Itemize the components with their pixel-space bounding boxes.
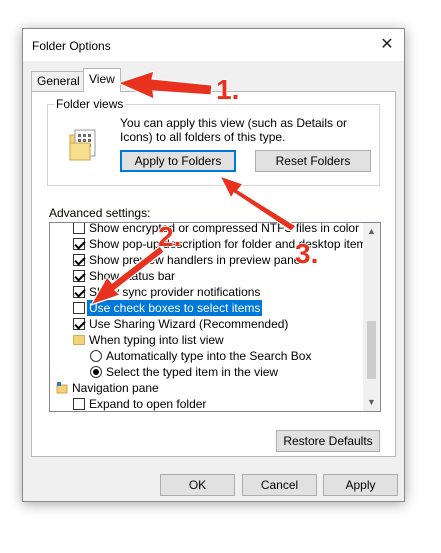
close-icon[interactable]: ✕ [376, 34, 398, 56]
checkbox[interactable] [73, 254, 85, 266]
list-item-label: Use Sharing Wizard (Recommended) [89, 317, 289, 331]
apply-to-folders-button[interactable]: Apply to Folders [120, 150, 236, 172]
advanced-settings-items: Show encrypted or compressed NTFS files … [50, 222, 373, 411]
list-item[interactable]: Automatically type into the Search Box [50, 348, 364, 364]
list-item[interactable]: Show preview handlers in preview pane [50, 252, 364, 268]
list-item-label: Use check boxes to select items [87, 300, 263, 316]
list-item-label: Show pop-up description for folder and d… [89, 237, 373, 251]
vertical-scrollbar[interactable]: ▲ ▼ [363, 223, 380, 411]
checkbox[interactable] [73, 318, 85, 330]
tab-general[interactable]: General [31, 71, 86, 91]
list-item[interactable]: Show encrypted or compressed NTFS files … [50, 222, 364, 236]
list-item[interactable]: Select the typed item in the view [50, 364, 364, 380]
checkbox[interactable] [73, 302, 85, 314]
folder-icon [73, 335, 85, 345]
list-item-label: When typing into list view [89, 333, 224, 347]
list-item-label: Show sync provider notifications [89, 285, 261, 299]
list-item[interactable]: Expand to open folder [50, 396, 364, 411]
folder-options-dialog: Folder Options ✕ General View Folder vie… [22, 28, 405, 502]
list-item-label: Show encrypted or compressed NTFS files … [89, 222, 360, 235]
checkbox[interactable] [73, 398, 85, 410]
list-item[interactable]: Show status bar [50, 268, 364, 284]
title-bar: Folder Options ✕ [23, 29, 404, 61]
list-item[interactable]: Use Sharing Wizard (Recommended) [50, 316, 364, 332]
list-item-label: Navigation pane [72, 381, 159, 395]
tab-view[interactable]: View [83, 68, 121, 92]
list-item[interactable]: Navigation pane [50, 380, 364, 396]
navigation-pane-icon [56, 382, 68, 394]
folder-views-label: Folder views [54, 97, 126, 111]
restore-defaults-button[interactable]: Restore Defaults [276, 430, 380, 452]
advanced-settings-list[interactable]: Show encrypted or compressed NTFS files … [49, 222, 381, 412]
list-item[interactable]: When typing into list view [50, 332, 364, 348]
advanced-settings-label: Advanced settings: [49, 206, 151, 220]
list-item[interactable]: Show sync provider notifications [50, 284, 364, 300]
window-title: Folder Options [32, 39, 111, 53]
folder-view-icon [69, 129, 96, 161]
radio-button[interactable] [90, 366, 102, 378]
checkbox[interactable] [73, 270, 85, 282]
view-tab-panel: Folder views You can apply this view (su… [31, 91, 396, 457]
folder-views-description: You can apply this view (such as Details… [120, 116, 348, 144]
list-item[interactable]: Use check boxes to select items [50, 300, 364, 316]
scroll-down-icon[interactable]: ▼ [363, 394, 380, 411]
list-item-label: Show preview handlers in preview pane [89, 253, 301, 267]
ok-button[interactable]: OK [160, 474, 235, 496]
list-item-label: Expand to open folder [89, 397, 207, 411]
scroll-up-icon[interactable]: ▲ [363, 223, 380, 240]
radio-button[interactable] [90, 350, 102, 362]
reset-folders-button[interactable]: Reset Folders [255, 150, 371, 172]
checkbox[interactable] [73, 238, 85, 250]
checkbox[interactable] [73, 286, 85, 298]
list-item-label: Select the typed item in the view [106, 365, 279, 379]
cancel-button[interactable]: Cancel [242, 474, 317, 496]
scroll-thumb[interactable] [367, 321, 376, 379]
list-item[interactable]: Show pop-up description for folder and d… [50, 236, 373, 252]
list-item-label: Automatically type into the Search Box [106, 349, 312, 363]
folder-views-group: Folder views You can apply this view (su… [47, 97, 380, 186]
checkbox[interactable] [73, 223, 85, 234]
apply-button[interactable]: Apply [323, 474, 398, 496]
list-item-label: Show status bar [89, 269, 176, 283]
